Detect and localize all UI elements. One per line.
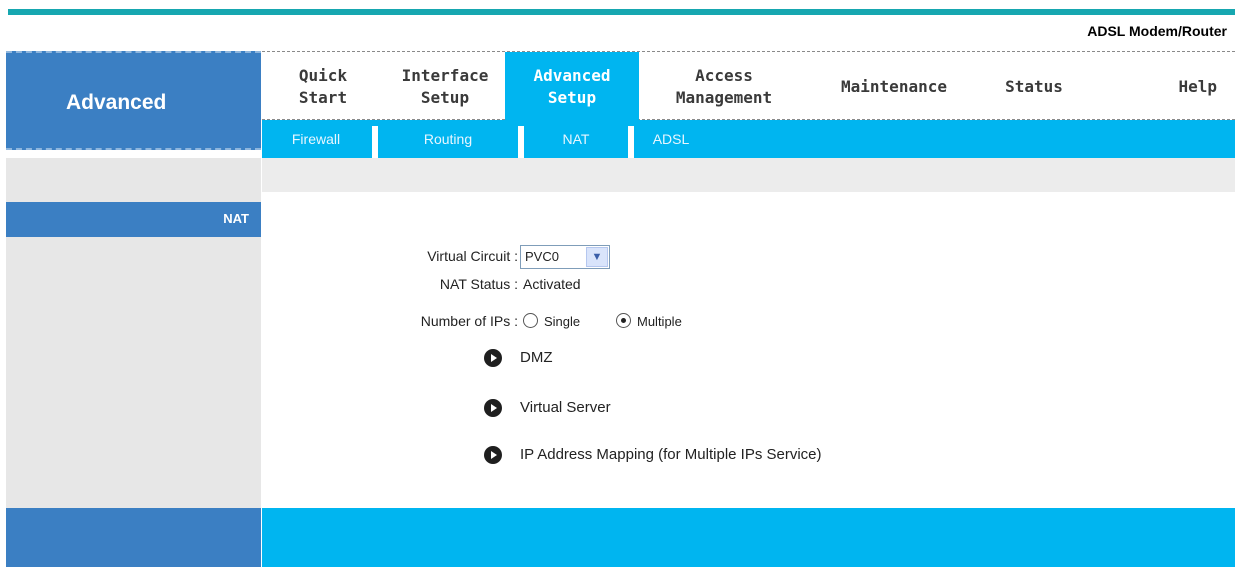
footer-bar — [262, 508, 1235, 567]
top-accent-bar — [8, 9, 1235, 15]
number-of-ips-label: Number of IPs : — [420, 313, 518, 329]
single-radio[interactable] — [523, 313, 538, 328]
submenu-item-firewall[interactable]: Firewall — [262, 120, 370, 158]
menu-item-advanced-setup[interactable]: Advanced Setup — [505, 52, 639, 121]
sidebar-title: Advanced — [66, 91, 167, 114]
virtual-circuit-value: PVC0 — [525, 249, 559, 264]
submenu-separator — [372, 126, 378, 158]
main-menu: Quick Start Interface Setup Advanced Set… — [262, 51, 1235, 121]
virtual-server-link[interactable]: Virtual Server — [520, 399, 611, 416]
sidebar-title-panel: Advanced — [6, 51, 261, 150]
virtual-circuit-label: Virtual Circuit : — [427, 248, 518, 264]
menu-item-maintenance[interactable]: Maintenance — [809, 52, 979, 121]
nat-status-value: Activated — [523, 276, 581, 292]
nat-status-label: NAT Status : — [439, 276, 518, 292]
virtual-circuit-select[interactable]: PVC0 ▼ — [520, 245, 610, 269]
content-header-strip — [262, 158, 1235, 192]
multiple-radio-label[interactable]: Multiple — [637, 314, 682, 329]
ip-address-mapping-link[interactable]: IP Address Mapping (for Multiple IPs Ser… — [520, 446, 822, 463]
submenu-separator — [628, 126, 634, 158]
multiple-radio[interactable] — [616, 313, 631, 328]
menu-item-interface-setup[interactable]: Interface Setup — [384, 52, 506, 121]
single-radio-label[interactable]: Single — [544, 314, 580, 329]
submenu-item-adsl[interactable]: ADSL — [636, 120, 706, 158]
arrow-right-icon — [484, 446, 502, 464]
submenu-item-routing[interactable]: Routing — [380, 120, 516, 158]
section-title-nat: NAT — [6, 202, 261, 237]
arrow-right-icon — [484, 349, 502, 367]
footer-sidebar-bar — [6, 508, 261, 567]
menu-item-quick-start[interactable]: Quick Start — [262, 52, 384, 121]
arrow-right-icon — [484, 399, 502, 417]
chevron-down-icon[interactable]: ▼ — [586, 247, 608, 267]
menu-item-access-management[interactable]: Access Management — [639, 52, 809, 121]
brand-title: ADSL Modem/Router — [1087, 23, 1227, 39]
sub-menu: Firewall Routing NAT ADSL — [262, 120, 1235, 158]
menu-item-status[interactable]: Status — [979, 52, 1089, 121]
menu-item-help[interactable]: Help — [1125, 52, 1235, 121]
dmz-link[interactable]: DMZ — [520, 349, 553, 366]
submenu-separator — [518, 126, 524, 158]
submenu-item-nat[interactable]: NAT — [526, 120, 626, 158]
